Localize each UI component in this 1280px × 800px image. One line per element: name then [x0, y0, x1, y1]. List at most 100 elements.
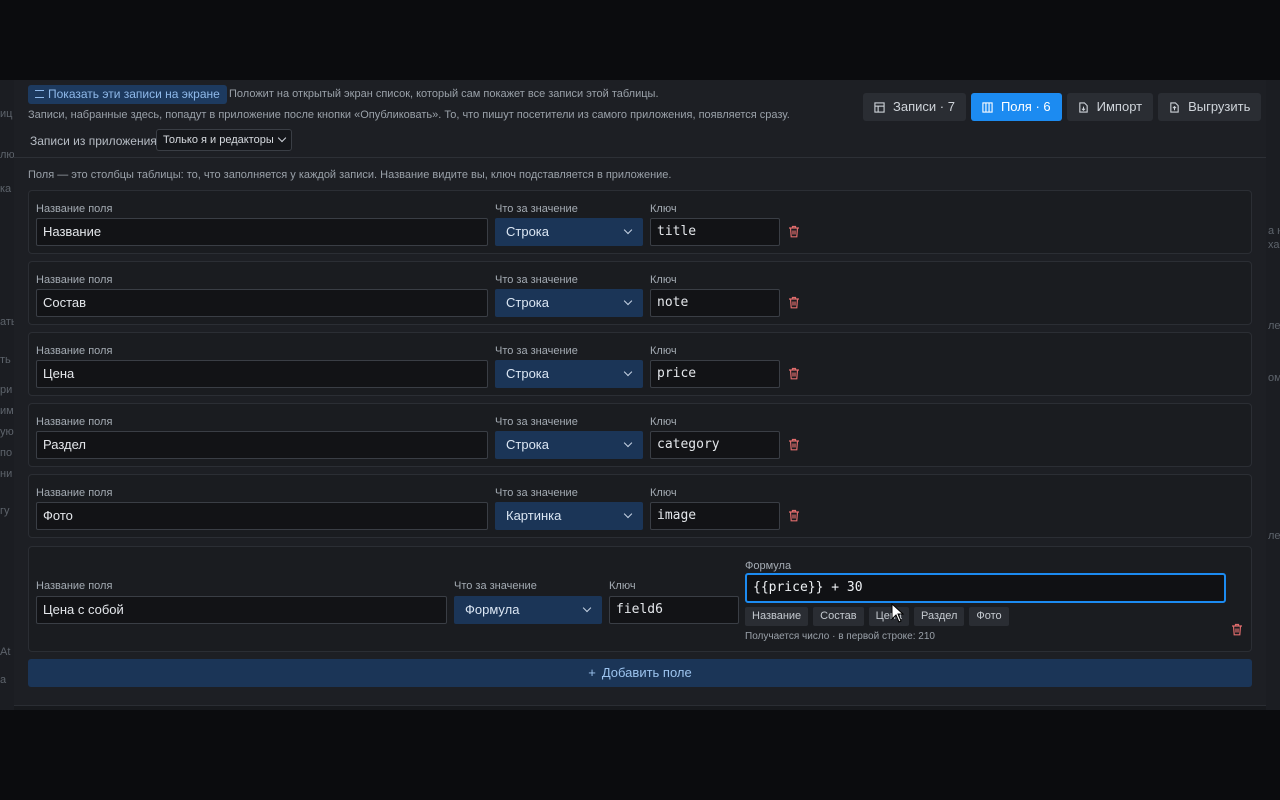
trash-icon[interactable]: [788, 367, 800, 380]
publish-note: Записи, набранные здесь, попадут в прило…: [28, 109, 790, 121]
columns-icon: [982, 101, 993, 113]
field-type-value: Строка: [506, 224, 550, 239]
background-right-fragments: а н ха ле ом ле: [1266, 80, 1280, 710]
trash-icon[interactable]: [1231, 623, 1243, 636]
bg-fragment: ую: [0, 426, 14, 438]
field-name-input[interactable]: Цена: [36, 360, 488, 388]
bg-fragment: ле: [1268, 320, 1280, 332]
field-name-input[interactable]: Фото: [36, 502, 488, 530]
field-type-value: Картинка: [506, 508, 562, 523]
field-type-label: Что за значение: [495, 416, 578, 428]
formula-input[interactable]: {{price}} + 30: [745, 573, 1226, 603]
bg-fragment: ри: [0, 384, 13, 396]
field-key-label: Ключ: [650, 416, 677, 428]
field-key-label: Ключ: [609, 580, 636, 592]
chevron-down-icon: [277, 133, 286, 143]
show-records-on-screen-button[interactable]: Показать эти записи на экране: [28, 85, 227, 104]
chevron-down-icon: [623, 509, 633, 519]
trash-icon[interactable]: [788, 509, 800, 522]
chevron-down-icon: [623, 225, 633, 235]
tab-export[interactable]: Выгрузить: [1158, 93, 1262, 121]
chevron-down-icon: [623, 296, 633, 306]
bg-fragment: им: [0, 405, 14, 417]
table-icon: [874, 101, 885, 113]
field-type-select[interactable]: Строка: [495, 360, 643, 388]
add-field-button[interactable]: + Добавить поле: [28, 659, 1252, 687]
file-import-icon: [1078, 101, 1088, 113]
field-card: Название поля Фото Что за значение Карти…: [28, 474, 1252, 538]
field-type-value: Формула: [465, 602, 520, 617]
records-from-app-select[interactable]: Только я и редакторы: [156, 129, 292, 151]
field-name-input[interactable]: Состав: [36, 289, 488, 317]
tab-records[interactable]: Записи · 7: [863, 93, 966, 121]
tab-import[interactable]: Импорт: [1066, 93, 1154, 121]
field-type-label: Что за значение: [454, 580, 537, 592]
tab-fields[interactable]: Поля · 6: [970, 93, 1062, 121]
field-key-input[interactable]: price: [650, 360, 780, 388]
field-card: Название поля Раздел Что за значение Стр…: [28, 403, 1252, 467]
field-type-value: Строка: [506, 437, 550, 452]
tab-export-label: Выгрузить: [1188, 99, 1251, 114]
field-type-select[interactable]: Формула: [454, 596, 602, 624]
bg-fragment: At: [0, 646, 11, 658]
field-type-select[interactable]: Строка: [495, 431, 643, 459]
field-key-input[interactable]: image: [650, 502, 780, 530]
field-key-input[interactable]: title: [650, 218, 780, 246]
tab-records-label: Записи · 7: [893, 99, 955, 114]
bg-fragment: ни: [0, 468, 13, 480]
records-from-app-value: Только я и редакторы: [163, 134, 274, 146]
field-key-label: Ключ: [650, 487, 677, 499]
field-type-label: Что за значение: [495, 487, 578, 499]
fields-note: Поля — это столбцы таблицы: то, что запо…: [28, 169, 672, 181]
bg-fragment: ать: [0, 316, 14, 328]
chevron-down-icon: [623, 367, 633, 377]
field-card: Название поля Название Что за значение С…: [28, 190, 1252, 254]
bg-fragment: ка: [0, 183, 12, 195]
field-name-label: Название поля: [36, 203, 113, 215]
field-key-input[interactable]: field6: [609, 596, 739, 624]
field-name-input[interactable]: Название: [36, 218, 488, 246]
field-type-value: Строка: [506, 366, 550, 381]
field-type-label: Что за значение: [495, 274, 578, 286]
show-records-note: Положит на открытый экран список, которы…: [229, 88, 659, 100]
field-type-select[interactable]: Строка: [495, 218, 643, 246]
tab-import-label: Импорт: [1096, 99, 1143, 114]
formula-chip[interactable]: Название: [745, 607, 809, 626]
field-key-input[interactable]: note: [650, 289, 780, 317]
bg-fragment: иц: [0, 108, 13, 120]
field-key-input[interactable]: category: [650, 431, 780, 459]
formula-chip[interactable]: Состав: [813, 607, 864, 626]
show-records-label: Показать эти записи на экране: [48, 87, 220, 101]
chevron-down-icon: [623, 438, 633, 448]
field-key-label: Ключ: [650, 274, 677, 286]
formula-label: Формула: [745, 560, 792, 572]
plus-icon: +: [588, 665, 596, 680]
bg-fragment: по: [0, 447, 13, 459]
field-name-label: Название поля: [36, 580, 113, 592]
trash-icon[interactable]: [788, 225, 800, 238]
field-card: Название поля Цена Что за значение Строк…: [28, 332, 1252, 396]
bg-fragment: ле: [1268, 530, 1280, 542]
mouse-cursor-icon: [891, 603, 905, 623]
field-name-label: Название поля: [36, 416, 113, 428]
trash-icon[interactable]: [788, 296, 800, 309]
field-name-input[interactable]: Цена с собой: [36, 596, 447, 624]
bg-fragment: ха: [1268, 239, 1280, 251]
bg-fragment: ть: [0, 354, 11, 366]
field-name-label: Название поля: [36, 345, 113, 357]
field-name-input[interactable]: Раздел: [36, 431, 488, 459]
field-name-label: Название поля: [36, 274, 113, 286]
formula-chip[interactable]: Раздел: [914, 607, 965, 626]
table-editor-panel: Показать эти записи на экране Положит на…: [14, 80, 1266, 706]
field-key-label: Ключ: [650, 203, 677, 215]
background-left-fragments: иц лю ка ать ть ри им ую по ни гу At а: [0, 80, 14, 710]
formula-chip[interactable]: Фото: [969, 607, 1009, 626]
formula-field-card: Название поля Цена с собой Что за значен…: [28, 546, 1252, 652]
field-type-select[interactable]: Картинка: [495, 502, 643, 530]
file-export-icon: [1170, 101, 1179, 113]
field-type-select[interactable]: Строка: [495, 289, 643, 317]
field-key-label: Ключ: [650, 345, 677, 357]
trash-icon[interactable]: [788, 438, 800, 451]
bg-fragment: а: [0, 674, 7, 686]
field-card: Название поля Состав Что за значение Стр…: [28, 261, 1252, 325]
